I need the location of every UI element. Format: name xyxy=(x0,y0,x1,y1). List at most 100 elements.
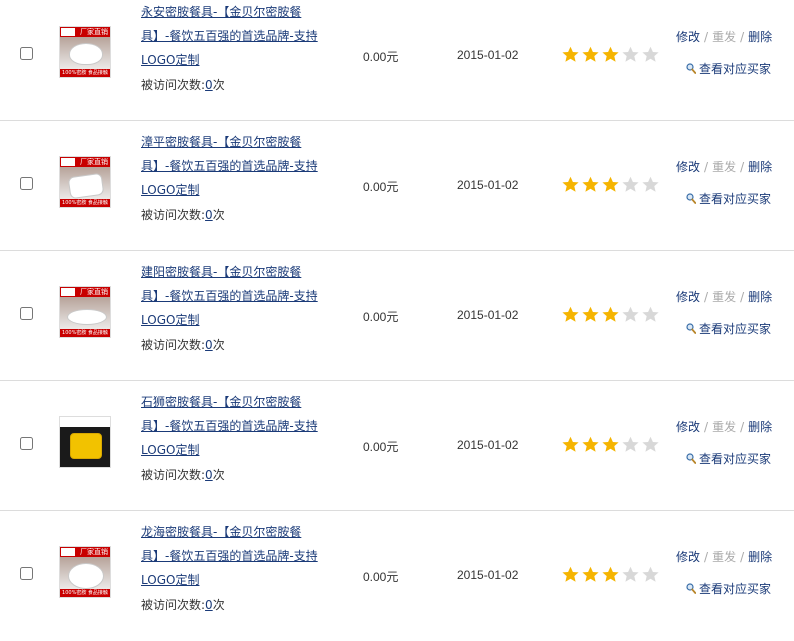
resend-link: 重发 xyxy=(712,420,737,434)
product-date: 2015-01-02 xyxy=(457,308,519,322)
view-buyers-link[interactable]: 查看对应买家 xyxy=(686,190,771,207)
magnifier-icon xyxy=(686,453,697,464)
visit-count-value[interactable]: 0 xyxy=(205,598,213,612)
product-title-link[interactable]: 漳平密胺餐具-【金贝尔密胺餐具】-餐饮五百强的首选品牌-支持LOGO定制 xyxy=(141,130,326,202)
star-icon xyxy=(561,306,580,323)
action-separator: / xyxy=(704,160,709,174)
row-actions: 修改 / 重发 / 删除 xyxy=(676,549,772,565)
visit-count: 被访问次数:0次 xyxy=(141,76,225,93)
star-icon xyxy=(641,566,660,583)
product-title-link[interactable]: 永安密胺餐具-【金贝尔密胺餐具】-餐饮五百强的首选品牌-支持LOGO定制 xyxy=(141,0,326,72)
view-buyers-link[interactable]: 查看对应买家 xyxy=(686,60,771,77)
edit-link[interactable]: 修改 xyxy=(676,160,700,174)
star-icon xyxy=(601,176,620,193)
visit-count: 被访问次数:0次 xyxy=(141,596,225,613)
visit-count-value[interactable]: 0 xyxy=(205,468,213,482)
action-separator: / xyxy=(740,290,745,304)
product-row: 厂家直销 100%密胺 食品接触 龙海密胺餐具-【金贝尔密胺餐具】-餐饮五百强的… xyxy=(0,511,794,641)
star-icon xyxy=(581,436,600,453)
action-separator: / xyxy=(704,30,709,44)
star-icon xyxy=(581,306,600,323)
star-rating xyxy=(561,46,661,63)
thumbnail-footer: 100%密胺 食品接触 xyxy=(60,199,110,207)
select-checkbox[interactable] xyxy=(20,177,33,190)
star-icon xyxy=(641,306,660,323)
delete-link[interactable]: 删除 xyxy=(748,30,772,44)
product-price: 0.00元 xyxy=(363,570,399,584)
magnifier-icon xyxy=(686,193,697,204)
star-icon xyxy=(621,436,640,453)
action-separator: / xyxy=(704,550,709,564)
star-icon xyxy=(621,46,640,63)
resend-link: 重发 xyxy=(712,550,737,564)
select-checkbox[interactable] xyxy=(20,307,33,320)
star-rating xyxy=(561,306,661,323)
thumbnail-footer xyxy=(60,459,110,467)
product-row: 厂家直销 100%密胺 食品接触 建阳密胺餐具-【金贝尔密胺餐具】-餐饮五百强的… xyxy=(0,251,794,381)
visit-count-label: 被访问次数: xyxy=(141,208,206,222)
star-icon xyxy=(581,46,600,63)
dish-image xyxy=(67,309,107,325)
edit-link[interactable]: 修改 xyxy=(676,420,700,434)
visit-count: 被访问次数:0次 xyxy=(141,466,225,483)
product-title-link[interactable]: 石狮密胺餐具-【金贝尔密胺餐具】-餐饮五百强的首选品牌-支持LOGO定制 xyxy=(141,390,326,462)
product-date: 2015-01-02 xyxy=(457,178,519,192)
product-row: 厂家直销 100%密胺 食品接触 漳平密胺餐具-【金贝尔密胺餐具】-餐饮五百强的… xyxy=(0,121,794,251)
star-icon xyxy=(641,176,660,193)
visit-count: 被访问次数:0次 xyxy=(141,206,225,223)
star-icon xyxy=(581,566,600,583)
product-thumbnail[interactable]: 厂家直销 100%密胺 食品接触 xyxy=(59,156,111,208)
view-buyers-link[interactable]: 查看对应买家 xyxy=(686,320,771,337)
product-date: 2015-01-02 xyxy=(457,438,519,452)
thumbnail-banner: 厂家直销 xyxy=(60,547,110,557)
dish-image xyxy=(69,43,103,65)
delete-link[interactable]: 删除 xyxy=(748,160,772,174)
row-actions: 修改 / 重发 / 删除 xyxy=(676,419,772,435)
thumbnail-banner: 厂家直销 xyxy=(60,157,110,167)
delete-link[interactable]: 删除 xyxy=(748,420,772,434)
product-date: 2015-01-02 xyxy=(457,48,519,62)
visit-count-value[interactable]: 0 xyxy=(205,78,213,92)
select-checkbox[interactable] xyxy=(20,567,33,580)
star-rating xyxy=(561,566,661,583)
select-checkbox[interactable] xyxy=(20,47,33,60)
visit-count-unit: 次 xyxy=(212,468,225,482)
magnifier-icon xyxy=(686,63,697,74)
resend-link: 重发 xyxy=(712,290,737,304)
select-checkbox[interactable] xyxy=(20,437,33,450)
visit-count-label: 被访问次数: xyxy=(141,338,206,352)
edit-link[interactable]: 修改 xyxy=(676,30,700,44)
edit-link[interactable]: 修改 xyxy=(676,290,700,304)
star-icon xyxy=(601,566,620,583)
visit-count-unit: 次 xyxy=(212,598,225,612)
thumbnail-footer: 100%密胺 食品接触 xyxy=(60,329,110,337)
visit-count-value[interactable]: 0 xyxy=(205,208,213,222)
product-thumbnail[interactable]: 厂家直销 100%密胺 食品接触 xyxy=(59,546,111,598)
product-title-link[interactable]: 建阳密胺餐具-【金贝尔密胺餐具】-餐饮五百强的首选品牌-支持LOGO定制 xyxy=(141,260,326,332)
star-icon xyxy=(561,176,580,193)
star-icon xyxy=(561,566,580,583)
view-buyers-link[interactable]: 查看对应买家 xyxy=(686,450,771,467)
visit-count-label: 被访问次数: xyxy=(141,468,206,482)
product-thumbnail[interactable] xyxy=(59,416,111,468)
magnifier-icon xyxy=(686,323,697,334)
star-icon xyxy=(621,306,640,323)
delete-link[interactable]: 删除 xyxy=(748,290,772,304)
view-buyers-link[interactable]: 查看对应买家 xyxy=(686,580,771,597)
thumbnail-banner: 厂家直销 xyxy=(60,27,110,37)
star-icon xyxy=(601,436,620,453)
delete-link[interactable]: 删除 xyxy=(748,550,772,564)
product-row: 厂家直销 100%密胺 食品接触 永安密胺餐具-【金贝尔密胺餐具】-餐饮五百强的… xyxy=(0,0,794,121)
view-buyers-label: 查看对应买家 xyxy=(699,582,772,596)
star-icon xyxy=(601,306,620,323)
edit-link[interactable]: 修改 xyxy=(676,550,700,564)
row-actions: 修改 / 重发 / 删除 xyxy=(676,159,772,175)
product-title-link[interactable]: 龙海密胺餐具-【金贝尔密胺餐具】-餐饮五百强的首选品牌-支持LOGO定制 xyxy=(141,520,326,592)
visit-count-unit: 次 xyxy=(212,208,225,222)
product-price: 0.00元 xyxy=(363,310,399,324)
resend-link: 重发 xyxy=(712,160,737,174)
product-thumbnail[interactable]: 厂家直销 100%密胺 食品接触 xyxy=(59,26,111,78)
product-thumbnail[interactable]: 厂家直销 100%密胺 食品接触 xyxy=(59,286,111,338)
visit-count-value[interactable]: 0 xyxy=(205,338,213,352)
product-price: 0.00元 xyxy=(363,440,399,454)
